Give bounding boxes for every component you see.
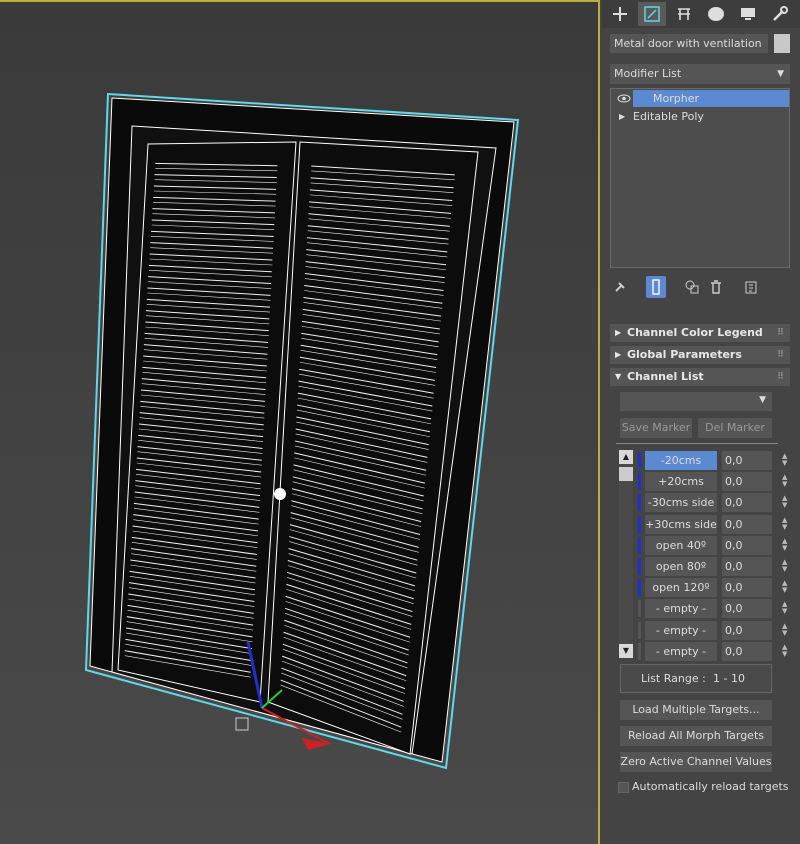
channel-name[interactable]: - empty - <box>645 641 717 661</box>
spinner-icon[interactable]: ▲ ▼ <box>782 559 787 573</box>
del-marker-button[interactable]: Del Marker <box>698 418 772 438</box>
channel-color-bar <box>638 600 641 618</box>
object-color-swatch[interactable] <box>774 34 790 53</box>
channel-color-bar <box>638 452 641 469</box>
channel-value-input[interactable]: 0,0 <box>722 620 772 640</box>
rollout-title: Channel List <box>627 370 704 383</box>
modify-tab-icon[interactable] <box>638 2 666 26</box>
spinner-icon[interactable]: ▲ ▼ <box>782 622 787 637</box>
auto-reload-checkbox[interactable] <box>618 782 629 793</box>
modifier-stack: Morpher ▶ Editable Poly <box>610 88 790 268</box>
spinner-icon[interactable]: ▲ ▼ <box>782 495 787 509</box>
pin-stack-icon[interactable] <box>610 276 630 298</box>
spinner-icon[interactable]: ▲ ▼ <box>782 643 787 658</box>
channel-name[interactable]: +20cms hight <box>645 472 717 507</box>
channel-value-input[interactable]: 0,0 <box>722 514 772 534</box>
motion-tab-icon[interactable] <box>702 2 730 26</box>
scroll-down-icon[interactable]: ▼ <box>619 644 633 658</box>
trash-icon[interactable] <box>706 276 726 298</box>
spinner-icon[interactable]: ▲ ▼ <box>782 580 787 594</box>
reload-all-morph-targets-button[interactable]: Reload All Morph Targets <box>620 726 772 746</box>
channel-value-input[interactable]: 0,0 <box>722 472 772 492</box>
channel-color-bar <box>638 642 641 660</box>
stack-tools <box>610 276 790 298</box>
stack-item-label: Editable Poly <box>633 110 704 123</box>
channel-value-input[interactable]: 0,0 <box>722 641 772 661</box>
channel-value-input[interactable]: 0,0 <box>722 451 772 470</box>
channel-name[interactable]: - empty - <box>645 620 717 640</box>
chevron-down-icon: ▼ <box>777 69 784 79</box>
list-range-label: List Range : <box>641 672 706 685</box>
chevron-down-icon: ▼ <box>759 395 766 405</box>
channel-list: ▲ ▼ -20cms hight0,0▲▼+20cms hight0,0▲▼-3… <box>616 450 787 661</box>
channel-name[interactable]: -20cms hight <box>645 451 717 486</box>
load-multiple-targets-button[interactable]: Load Multiple Targets... <box>620 700 772 720</box>
channel-name[interactable]: +30cms side <box>645 514 717 534</box>
perspective-viewport[interactable] <box>0 0 600 844</box>
channel-value-input[interactable]: 0,0 <box>722 578 772 598</box>
channel-value-input[interactable]: 0,0 <box>722 557 772 576</box>
object-name-field[interactable]: Metal door with ventilation <box>610 34 768 53</box>
rollout-channel-color-legend[interactable]: ▶ Channel Color Legend ⠿ <box>610 324 790 342</box>
expand-triangle-icon[interactable]: ▶ <box>619 108 625 125</box>
channel-name[interactable]: - empty - <box>645 599 717 619</box>
divider-line <box>616 443 778 444</box>
stack-item-label: Morpher <box>653 92 699 105</box>
channel-value-input[interactable]: 0,0 <box>722 535 772 555</box>
rollout-title: Global Parameters <box>627 348 742 361</box>
stack-item-editable-poly[interactable]: ▶ Editable Poly <box>611 108 789 125</box>
command-panel-tabs <box>602 0 800 28</box>
channel-color-bar <box>638 621 641 639</box>
utilities-tab-icon[interactable] <box>766 2 794 26</box>
spinner-icon[interactable]: ▲ ▼ <box>782 601 787 615</box>
svg-text:......: ...... <box>692 312 707 313</box>
channel-color-bar <box>638 558 641 575</box>
modifier-list-label: Modifier List <box>614 67 682 80</box>
make-unique-icon[interactable] <box>682 276 702 298</box>
channel-color-bar <box>638 494 641 512</box>
zero-active-channel-values-button[interactable]: Zero Active Channel Values <box>620 752 772 772</box>
command-panel: Metal door with ventilation Modifier Lis… <box>602 0 800 844</box>
channel-name[interactable]: open 40º <box>645 535 717 555</box>
rollout-title: Channel Color Legend <box>627 326 763 339</box>
configure-modifier-sets-icon[interactable] <box>742 276 762 298</box>
modifier-list-dropdown[interactable]: Modifier List ▼ <box>610 64 790 84</box>
spinner-icon[interactable]: ▲ ▼ <box>782 516 787 531</box>
channel-value-input[interactable]: 0,0 <box>722 599 772 619</box>
scroll-thumb[interactable] <box>619 467 633 481</box>
show-end-result-icon[interactable] <box>646 276 666 298</box>
auto-reload-label: Automatically reload targets <box>632 780 789 793</box>
channel-name[interactable]: -30cms side <box>645 493 717 513</box>
spinner-icon[interactable]: ▲ ▼ <box>782 453 787 467</box>
channel-name[interactable]: open 120º <box>645 578 717 598</box>
channel-value-input[interactable]: 0,0 <box>722 493 772 513</box>
marker-dropdown[interactable]: ▼ <box>620 392 772 411</box>
display-tab-icon[interactable] <box>734 2 762 26</box>
spinner-icon[interactable]: ▲ ▼ <box>782 474 787 488</box>
list-range-value: 1 - 10 <box>713 672 745 685</box>
door-wireframe[interactable] <box>0 2 598 844</box>
channel-color-bar <box>638 515 641 533</box>
hierarchy-tab-icon[interactable] <box>670 2 698 26</box>
rollout-channel-list[interactable]: ▼ Channel List ⠿ <box>610 368 790 386</box>
list-range-display: List Range : 1 - 10 <box>620 664 772 693</box>
save-marker-button[interactable]: Save Marker <box>620 418 692 438</box>
channel-scrollbar[interactable]: ▲ ▼ <box>619 450 633 658</box>
channel-color-bar <box>638 473 641 491</box>
channel-name[interactable]: open 80º <box>645 557 717 576</box>
scroll-up-icon[interactable]: ▲ <box>619 450 633 464</box>
rollout-global-parameters[interactable]: ▶ Global Parameters ⠿ <box>610 346 790 364</box>
stack-item-morpher[interactable]: Morpher <box>611 90 789 107</box>
panel-divider[interactable]: ...... <box>610 312 790 313</box>
create-tab-icon[interactable] <box>606 2 634 26</box>
spinner-icon[interactable]: ▲ ▼ <box>782 537 787 552</box>
channel-color-bar <box>638 536 641 554</box>
channel-color-bar <box>638 579 641 597</box>
